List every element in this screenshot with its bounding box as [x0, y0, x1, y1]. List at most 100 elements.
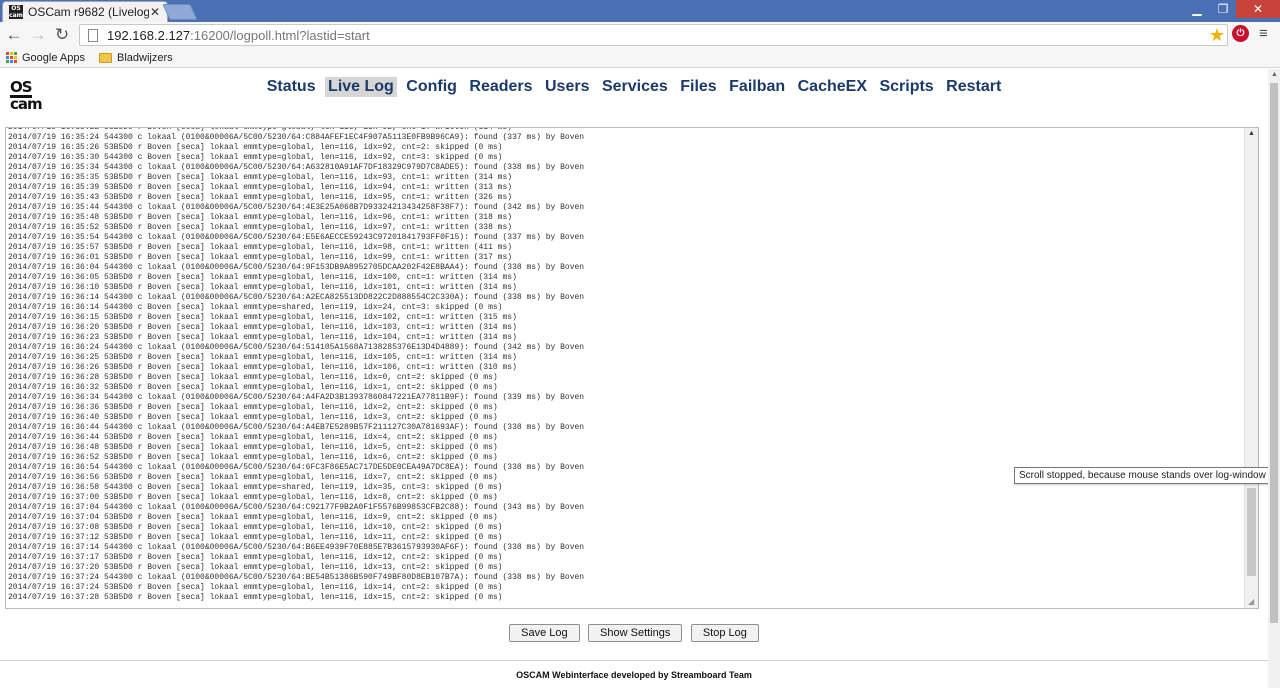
log-line: 2014/07/19 16:37:17 53B5D0 r Boven [seca… — [8, 553, 503, 562]
address-bar[interactable]: 192.168.2.127:16200/logpoll.html?lastid=… — [79, 24, 1228, 46]
oscam-page: OS cam Status Live Log Config Readers Us… — [0, 69, 1268, 688]
resize-grip-icon[interactable]: ◢ — [1248, 597, 1254, 606]
log-line: 2014/07/19 16:35:52 53B5D0 r Boven [seca… — [8, 223, 513, 232]
log-line: 2014/07/19 16:36:36 53B5D0 r Boven [seca… — [8, 403, 498, 412]
log-line: 2014/07/19 16:36:10 53B5D0 r Boven [seca… — [8, 283, 517, 292]
log-line: 2014/07/19 16:36:23 53B5D0 r Boven [seca… — [8, 333, 517, 342]
bookmark-folder-bladwijzers[interactable]: Bladwijzers — [99, 52, 173, 64]
log-line: 2014/07/19 16:36:20 53B5D0 r Boven [seca… — [8, 323, 517, 332]
nav-readers[interactable]: Readers — [466, 77, 535, 97]
log-line: 2014/07/19 16:36:28 53B5D0 r Boven [seca… — [8, 373, 498, 382]
log-line: 2014/07/19 16:35:24 544300 c lokaal (010… — [8, 133, 585, 142]
chrome-menu-icon[interactable]: ≡ — [1259, 25, 1268, 42]
window-controls: ▁ ❐ ✕ — [1184, 0, 1280, 18]
show-settings-button[interactable]: Show Settings — [588, 624, 683, 642]
nav-status[interactable]: Status — [264, 77, 319, 97]
forward-arrow-icon[interactable]: → — [28, 25, 48, 45]
back-arrow-icon[interactable]: ← — [4, 25, 24, 45]
log-line: 2014/07/19 16:36:26 53B5D0 r Boven [seca… — [8, 363, 517, 372]
log-line: 2014/07/19 16:35:54 544300 c lokaal (010… — [8, 233, 585, 242]
bookmarks-bar: Google Apps Bladwijzers — [0, 48, 1280, 68]
log-line: 2014/07/19 16:35:57 53B5D0 r Boven [seca… — [8, 243, 513, 252]
log-line: 2014/07/19 16:37:24 544300 c lokaal (010… — [8, 573, 585, 582]
browser-tab-strip: OS cam OSCam r9682 (Livelog) ✕ ▁ ❐ ✕ — [0, 0, 1280, 22]
log-line: 2014/07/19 16:35:48 53B5D0 r Boven [seca… — [8, 213, 513, 222]
log-line: 2014/07/19 16:37:12 53B5D0 r Boven [seca… — [8, 533, 503, 542]
nav-failban[interactable]: Failban — [726, 77, 788, 97]
bookmark-star-icon[interactable]: ★ — [1209, 25, 1225, 45]
tab-close-icon[interactable]: ✕ — [149, 5, 161, 19]
bookmark-label: Google Apps — [22, 51, 85, 64]
log-line: 2014/07/19 16:37:08 53B5D0 r Boven [seca… — [8, 523, 503, 532]
reload-icon[interactable]: ↻ — [52, 25, 72, 45]
window-close-icon[interactable]: ✕ — [1236, 0, 1280, 18]
browser-tab[interactable]: OS cam OSCam r9682 (Livelog) ✕ — [2, 1, 168, 22]
bookmark-google-apps[interactable]: Google Apps — [6, 52, 85, 64]
log-line: 2014/07/19 16:36:34 544300 c lokaal (010… — [8, 393, 585, 402]
nav-services[interactable]: Services — [599, 77, 671, 97]
adblock-extension-icon[interactable]: ⏻ — [1232, 25, 1249, 42]
log-line: 2014/07/19 16:36:25 53B5D0 r Boven [seca… — [8, 353, 517, 362]
page-scrollbar[interactable]: ▲ — [1268, 69, 1280, 688]
nav-users[interactable]: Users — [542, 77, 592, 97]
log-line: 2014/07/19 16:36:48 53B5D0 r Boven [seca… — [8, 443, 498, 452]
url-text[interactable]: 192.168.2.127:16200/logpoll.html?lastid=… — [107, 28, 370, 43]
log-button-row: Save Log Show Settings Stop Log — [0, 623, 1268, 642]
folder-icon — [99, 52, 112, 63]
url-host: 192.168.2.127 — [107, 27, 191, 43]
url-path: :16200/logpoll.html?lastid=start — [190, 27, 370, 43]
minimize-icon[interactable]: ▁ — [1184, 0, 1210, 18]
nav-cacheex[interactable]: CacheEX — [795, 77, 870, 97]
log-line: 2014/07/19 16:36:32 53B5D0 r Boven [seca… — [8, 383, 498, 392]
log-line: 2014/07/19 16:37:14 544300 c lokaal (010… — [8, 543, 585, 552]
footer-divider — [0, 660, 1268, 661]
log-window[interactable]: 2014/07/19 16:35:22 53B5D0 r Boven [seca… — [5, 127, 1259, 609]
log-lines: 2014/07/19 16:35:22 53B5D0 r Boven [seca… — [8, 128, 1238, 603]
log-line: 2014/07/19 16:35:43 53B5D0 r Boven [seca… — [8, 193, 513, 202]
log-line: 2014/07/19 16:35:26 53B5D0 r Boven [seca… — [8, 143, 503, 152]
log-line: 2014/07/19 16:37:28 53B5D0 r Boven [seca… — [8, 593, 503, 602]
scroll-up-icon[interactable]: ▲ — [1248, 130, 1255, 137]
log-line: 2014/07/19 16:36:01 53B5D0 r Boven [seca… — [8, 253, 513, 262]
nav-restart[interactable]: Restart — [943, 77, 1004, 97]
bookmark-label: Bladwijzers — [117, 51, 173, 64]
log-line: 2014/07/19 16:35:35 53B5D0 r Boven [seca… — [8, 173, 513, 182]
stop-log-button[interactable]: Stop Log — [690, 624, 759, 642]
log-line: 2014/07/19 16:37:04 53B5D0 r Boven [seca… — [8, 513, 498, 522]
log-line: 2014/07/19 16:37:04 544300 c lokaal (010… — [8, 503, 585, 512]
log-line: 2014/07/19 16:35:30 544300 c Boven [seca… — [8, 153, 503, 162]
apps-grid-icon — [6, 52, 17, 63]
log-line: 2014/07/19 16:36:14 544300 c Boven [seca… — [8, 303, 503, 312]
log-line: 2014/07/19 16:36:04 544300 c lokaal (010… — [8, 263, 585, 272]
log-line: 2014/07/19 16:36:24 544300 c lokaal (010… — [8, 343, 585, 352]
log-line: 2014/07/19 16:36:14 544300 c lokaal (010… — [8, 293, 585, 302]
footer-text: OSCAM Webinterface developed by Streambo… — [516, 670, 752, 680]
log-line: 2014/07/19 16:36:15 53B5D0 r Boven [seca… — [8, 313, 517, 322]
oscam-favicon-icon: OS cam — [9, 5, 23, 19]
log-line: 2014/07/19 16:35:34 544300 c lokaal (010… — [8, 163, 585, 172]
log-line: 2014/07/19 16:36:44 53B5D0 r Boven [seca… — [8, 433, 498, 442]
logo-line-2: cam — [10, 95, 43, 113]
nav-files[interactable]: Files — [677, 77, 719, 97]
nav-live-log[interactable]: Live Log — [325, 77, 397, 97]
log-line: 2014/07/19 16:36:52 53B5D0 r Boven [seca… — [8, 453, 498, 462]
log-line: 2014/07/19 16:36:58 544300 c Boven [seca… — [8, 483, 503, 492]
log-scroll-thumb[interactable] — [1247, 488, 1256, 576]
log-line: 2014/07/19 16:37:24 53B5D0 r Boven [seca… — [8, 583, 503, 592]
main-nav: Status Live Log Config Readers Users Ser… — [0, 77, 1268, 97]
scroll-stopped-tooltip: Scroll stopped, because mouse stands ove… — [1014, 467, 1279, 484]
log-line: 2014/07/19 16:37:00 53B5D0 r Boven [seca… — [8, 493, 498, 502]
log-scrollbar[interactable]: ▲ ◢ — [1244, 128, 1258, 608]
nav-scripts[interactable]: Scripts — [876, 77, 936, 97]
save-log-button[interactable]: Save Log — [509, 624, 580, 642]
page-scroll-up-icon[interactable]: ▲ — [1271, 71, 1278, 78]
browser-toolbar: ← → ↻ 192.168.2.127:16200/logpoll.html?l… — [0, 22, 1280, 48]
tab-title: OSCam r9682 (Livelog) — [28, 5, 149, 19]
maximize-icon[interactable]: ❐ — [1210, 0, 1236, 18]
nav-config[interactable]: Config — [403, 77, 460, 97]
page-scroll-thumb[interactable] — [1270, 83, 1278, 623]
log-line: 2014/07/19 16:36:05 53B5D0 r Boven [seca… — [8, 273, 517, 282]
log-line: 2014/07/19 16:35:44 544300 c lokaal (010… — [8, 203, 585, 212]
page-icon — [88, 28, 98, 42]
log-line: 2014/07/19 16:36:44 544300 c lokaal (010… — [8, 423, 585, 432]
